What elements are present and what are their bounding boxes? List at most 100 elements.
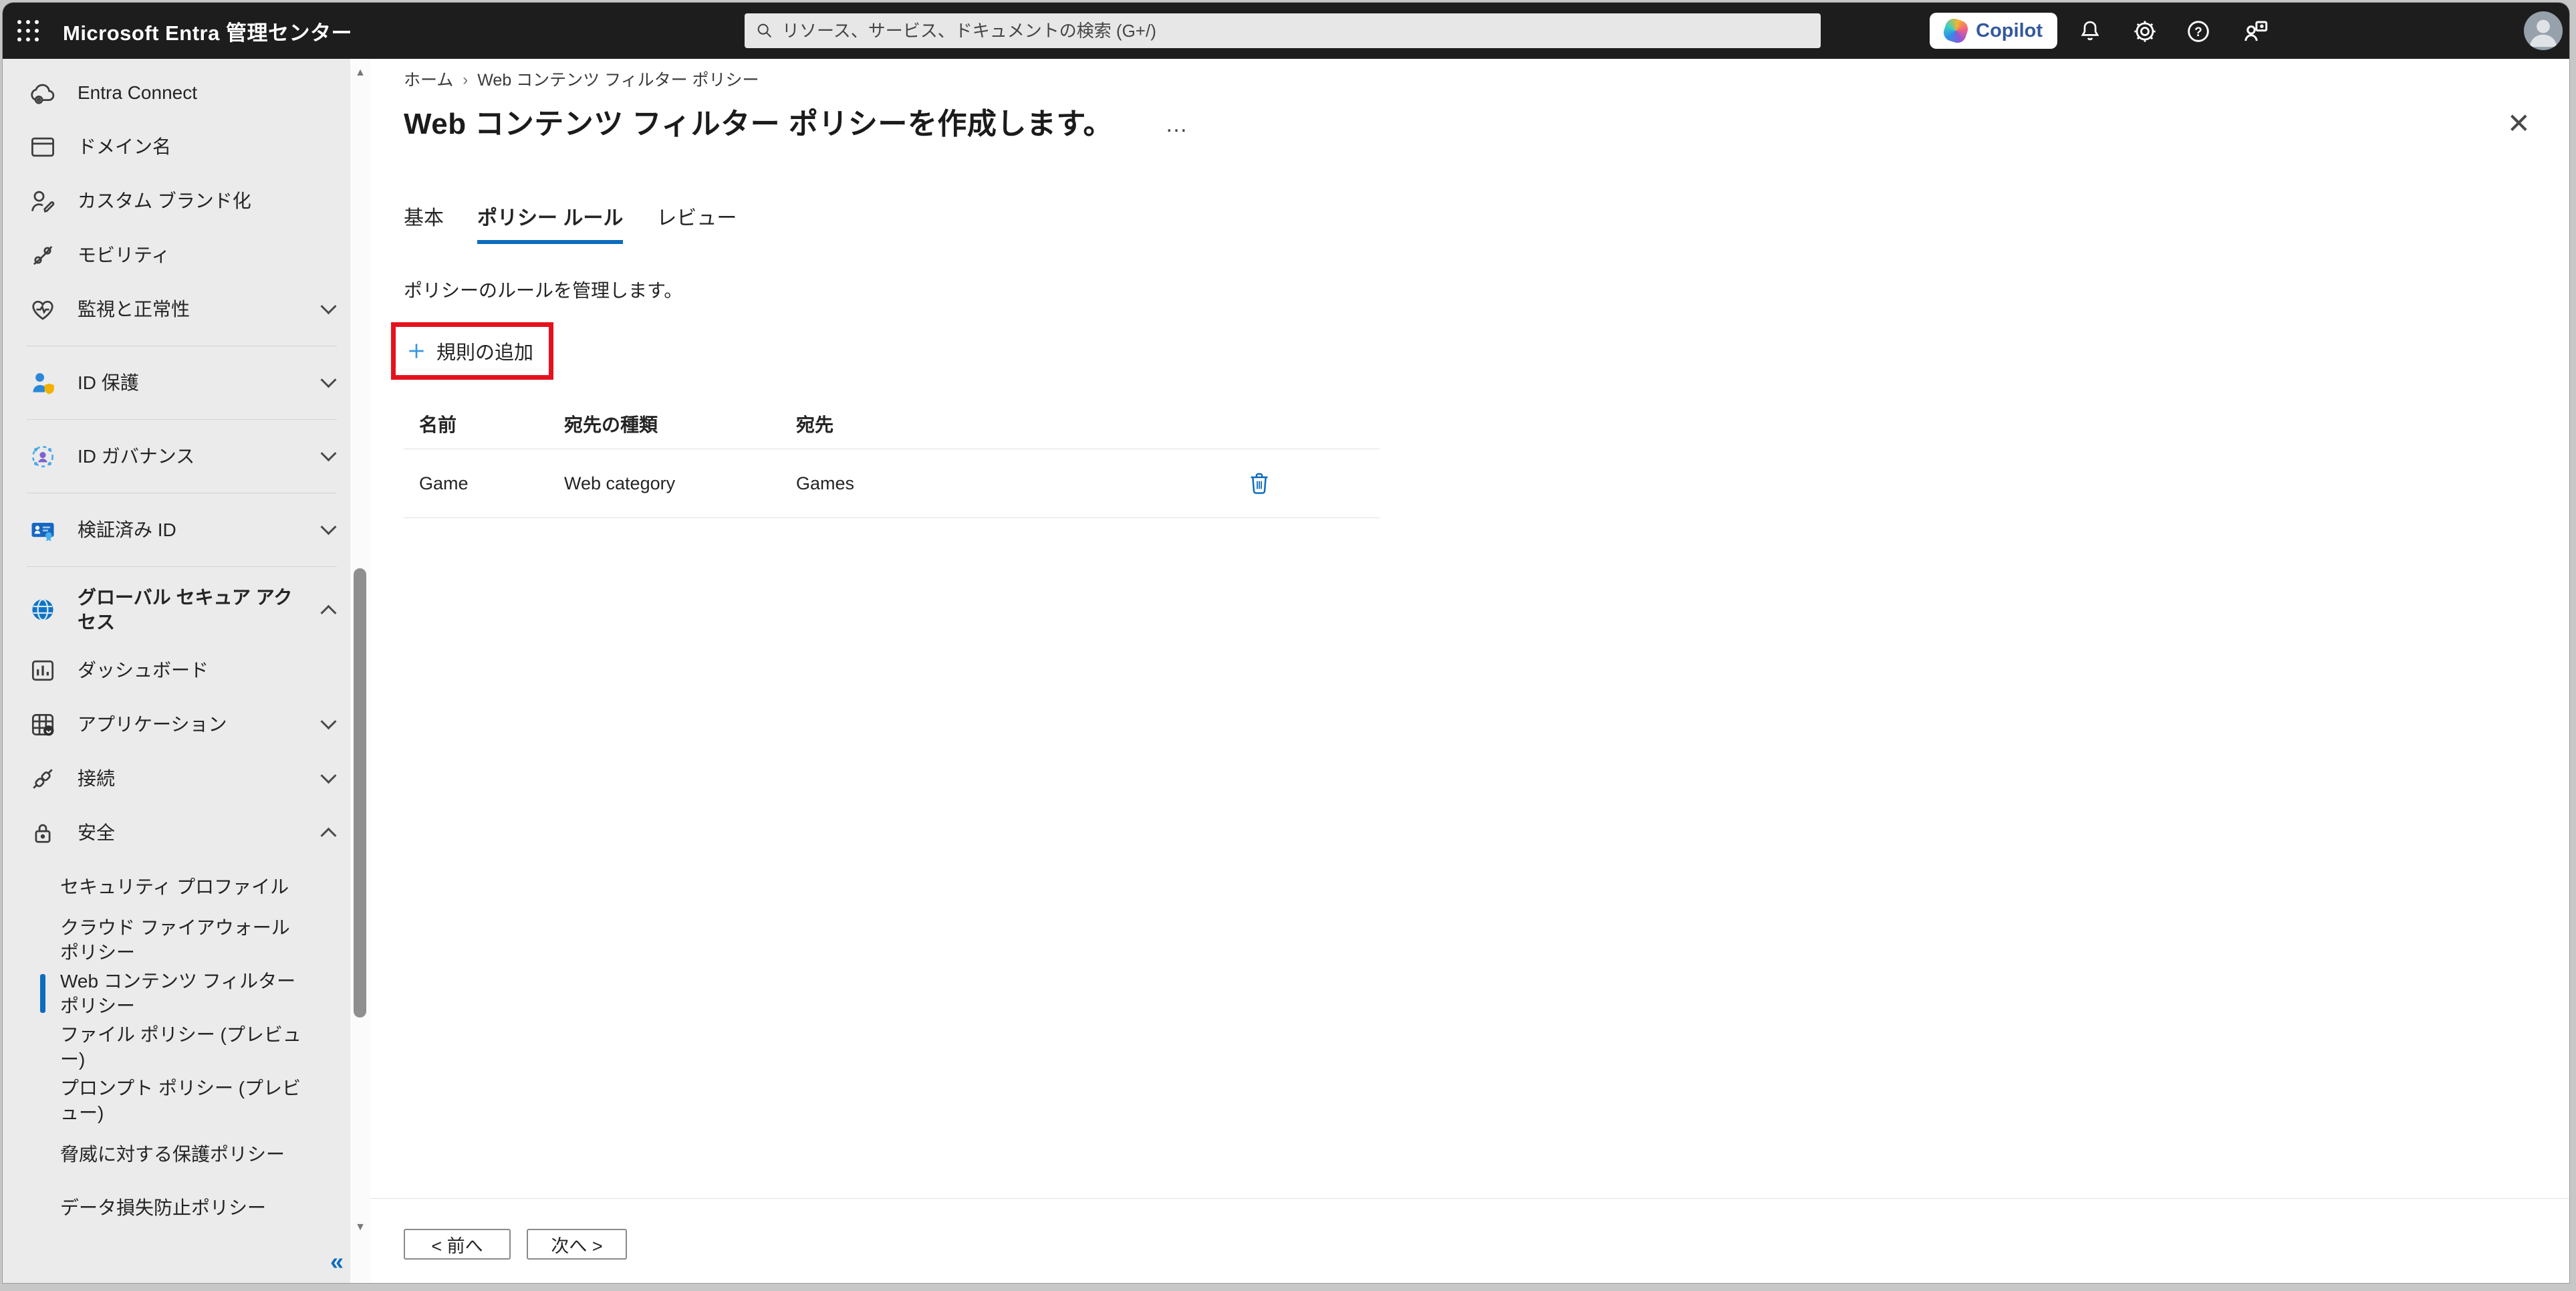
global-secure-access-icon [28,595,57,624]
sidebar-item-mobility[interactable]: モビリティ [3,228,350,282]
scrollbar-thumb[interactable] [354,568,366,1018]
close-button[interactable]: ✕ [2507,110,2531,138]
overflow-menu-button[interactable]: … [1165,113,1188,136]
cell-dest: Games [796,473,855,493]
tab-policy-rules[interactable]: ポリシー ルール [477,205,624,244]
cell-dest-type: Web category [564,473,676,493]
sidebar-divider [27,419,337,420]
tab-review[interactable]: レビュー [656,205,737,244]
sidebar-item-monitoring-health[interactable]: 監視と正常性 [3,282,350,336]
next-button[interactable]: 次へ > [527,1229,627,1260]
global-search[interactable] [745,13,1821,48]
bell-icon [2081,21,2099,41]
sidebar-item-data-loss-prevention-policies[interactable]: データ損失防止ポリシー [3,1181,350,1234]
previous-button[interactable]: < 前へ [404,1229,511,1260]
search-input[interactable] [782,20,1821,41]
cloud-sync-icon [28,78,57,108]
chevron-up-icon [320,604,337,621]
sidebar-item-secure[interactable]: 安全 [3,806,350,860]
sidebar-item-entra-connect[interactable]: Entra Connect [3,66,350,120]
sidebar-collapse-button[interactable]: « [330,1250,344,1274]
copilot-icon [1941,16,1970,45]
sidebar-item-threat-protection-policies[interactable]: 脅威に対する保護ポリシー [3,1127,350,1181]
sidebar-item-verified-id[interactable]: 検証済み ID [3,503,350,557]
person-icon [2529,19,2557,47]
help-icon: ? [2188,21,2209,42]
column-header-dest-type: 宛先の種類 [564,415,658,435]
sidebar-divider [27,566,337,567]
feedback-button[interactable] [2242,17,2270,45]
app-window: Microsoft Entra 管理センター Copilot [3,3,2569,1283]
cell-name: Game [419,473,469,493]
copilot-button[interactable]: Copilot [1930,13,2057,49]
sidebar-item-web-content-filtering-policies[interactable]: Web コンテンツ フィルター ポリシー [3,967,350,1020]
sidebar-item-domain-names[interactable]: ドメイン名 [3,120,350,174]
sidebar-item-dashboard[interactable]: ダッシュボード [3,643,350,697]
breadcrumb-home[interactable]: ホーム [404,67,453,94]
sidebar-item-id-protection[interactable]: ID 保護 [3,356,350,410]
chevron-down-icon [320,298,337,315]
trash-icon [1251,473,1268,494]
sidebar-item-id-governance[interactable]: ID ガバナンス [3,429,350,483]
footer-divider [370,1198,2569,1199]
settings-button[interactable] [2131,17,2159,45]
add-rule-button[interactable]: 規則の追加 [396,337,533,365]
column-header-dest: 宛先 [796,415,834,435]
breadcrumb-current[interactable]: Web コンテンツ フィルター ポリシー [477,67,759,94]
sidebar-item-applications[interactable]: アプリケーション [3,697,350,751]
person-feedback-icon [2244,21,2268,41]
scroll-down-icon[interactable]: ▼ [350,1221,370,1234]
app-launcher-button[interactable] [3,3,53,59]
help-button[interactable]: ? [2184,17,2212,45]
sidebar-item-custom-branding[interactable]: カスタム ブランド化 [3,174,350,228]
table-header-row: 名前 宛先の種類 宛先 [404,410,1380,449]
scroll-up-icon[interactable]: ▲ [350,67,370,79]
column-header-name: 名前 [419,415,457,435]
wizard-tabs: 基本 ポリシー ルール レビュー [404,205,737,244]
sidebar-scrollbar[interactable]: ▲ ▼ [350,59,370,1283]
delete-rule-button[interactable] [1246,470,1273,497]
breadcrumb: ホーム › Web コンテンツ フィルター ポリシー [404,67,759,94]
plus-icon [409,344,424,358]
svg-text:?: ? [2194,25,2202,39]
app-title: Microsoft Entra 管理センター [63,21,352,45]
chevron-down-icon [320,768,337,784]
chevron-down-icon [320,519,337,536]
plug-icon [28,764,57,794]
verified-id-icon [28,515,57,545]
waffle-icon [17,20,39,41]
sidebar-item-prompt-policies-preview[interactable]: プロンプト ポリシー (プレビュー) [3,1074,350,1127]
table-row[interactable]: Game Web category Games [404,449,1380,518]
highlight-annotation: 規則の追加 [391,322,553,380]
dashboard-icon [28,656,57,685]
mobility-icon [28,241,57,270]
top-bar: Microsoft Entra 管理センター Copilot [3,3,2569,59]
copilot-label: Copilot [1976,19,2043,41]
sidebar-item-cloud-firewall-policies[interactable]: クラウド ファイアウォール ポリシー [3,913,350,967]
breadcrumb-separator-icon: › [463,71,469,89]
heart-pulse-icon [28,295,57,324]
id-protection-icon [28,368,57,398]
search-icon [757,23,772,38]
sidebar-item-connect[interactable]: 接続 [3,751,350,806]
sidebar-item-global-secure-access[interactable]: グローバル セキュア アクセス [3,576,350,643]
applications-icon [28,710,57,739]
main-region: Entra Connect ドメイン名 カスタム ブランド化 モビリティ 監視と… [3,59,2569,1283]
notifications-button[interactable] [2076,17,2104,45]
content-panel: ホーム › Web コンテンツ フィルター ポリシー Web コンテンツ フィル… [370,59,2569,1283]
sidebar-nav: Entra Connect ドメイン名 カスタム ブランド化 モビリティ 監視と… [3,59,350,1283]
gear-icon [2134,21,2156,42]
sidebar-item-file-policies-preview[interactable]: ファイル ポリシー (プレビュー) [3,1020,350,1074]
chevron-up-icon [320,827,337,844]
rules-table: 名前 宛先の種類 宛先 Game Web category Games [404,410,1380,518]
chevron-down-icon [320,372,337,388]
lock-icon [28,818,57,848]
tab-basics[interactable]: 基本 [404,205,444,244]
tab-description: ポリシーのルールを管理します。 [404,280,683,301]
chevron-down-icon [320,713,337,730]
sidebar-item-security-profiles[interactable]: セキュリティ プロファイル [3,860,350,913]
id-governance-icon [28,442,57,471]
page-title: Web コンテンツ フィルター ポリシーを作成します。 [404,108,1113,140]
account-avatar[interactable] [2524,11,2563,50]
chevron-down-icon [320,445,337,462]
